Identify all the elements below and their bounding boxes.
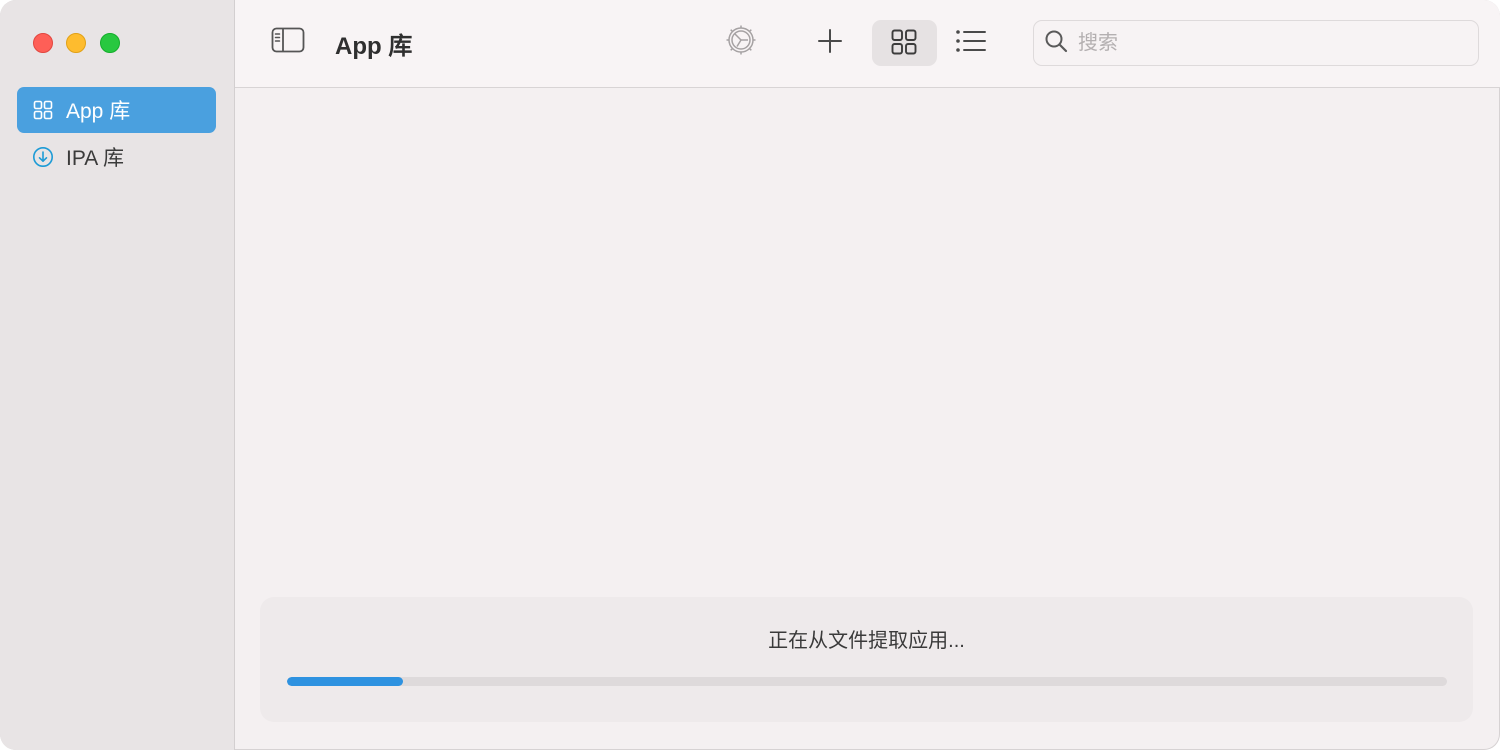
add-button[interactable]: [815, 28, 845, 58]
grid-icon: [32, 99, 54, 121]
progress-message: 正在从文件提取应用...: [768, 630, 965, 652]
sidebar-icon: [271, 27, 305, 57]
sidebar-item-label: IPA 库: [66, 147, 124, 170]
sidebar-item-app-library[interactable]: App 库: [17, 87, 216, 133]
minimize-window-button[interactable]: [66, 33, 86, 53]
list-icon: [955, 29, 987, 57]
progress-panel: 正在从文件提取应用...: [260, 597, 1473, 722]
page-title: App 库: [335, 33, 413, 60]
search-input[interactable]: [1076, 30, 1460, 56]
sidebar-item-ipa-library[interactable]: IPA 库: [17, 134, 216, 180]
settings-button[interactable]: [723, 24, 759, 60]
sidebar: App 库 IPA 库: [0, 0, 235, 750]
plus-icon: [817, 28, 843, 58]
progress-bar-fill: [287, 677, 403, 686]
sidebar-toggle-button[interactable]: [270, 26, 306, 58]
toolbar: App 库: [235, 0, 1500, 88]
list-view-button[interactable]: [953, 28, 989, 58]
gear-icon: [724, 23, 758, 61]
grid-view-button[interactable]: [872, 20, 937, 66]
sidebar-item-label: App 库: [66, 100, 131, 123]
zoom-window-button[interactable]: [100, 33, 120, 53]
progress-bar: [287, 677, 1447, 686]
close-window-button[interactable]: [33, 33, 53, 53]
download-circle-icon: [32, 146, 54, 168]
search-field[interactable]: [1033, 20, 1479, 66]
search-icon: [1044, 29, 1068, 57]
app-window: App 库 IPA 库 App 库 搜索 正在从文件提取应用...: [0, 0, 1500, 750]
